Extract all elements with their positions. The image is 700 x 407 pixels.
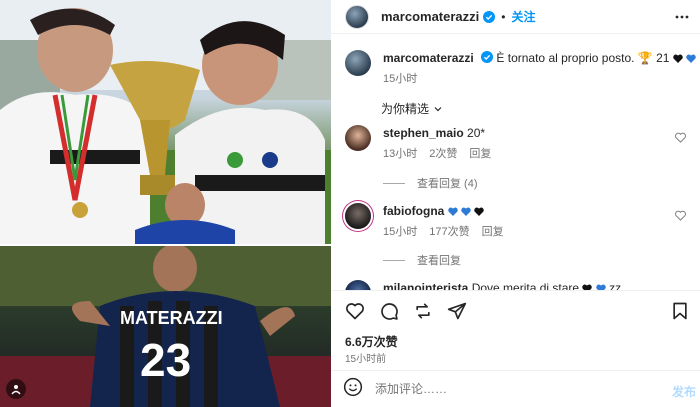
- caption-meta: 15小时: [383, 70, 696, 86]
- media-collection-icon[interactable]: [6, 379, 26, 399]
- post-header: marcomaterazzi • 关注: [331, 0, 700, 34]
- caption-time: 15小时: [383, 73, 418, 85]
- photo-top-illustration: [0, 0, 331, 247]
- repost-icon[interactable]: [413, 301, 433, 321]
- post-comment-button[interactable]: 发布: [672, 383, 696, 400]
- post-actions: 6.6万次赞 15小时前: [331, 290, 700, 365]
- black-heart-icon: [673, 54, 683, 63]
- chevron-down-icon: [434, 106, 442, 111]
- comment-text: Dove merita di stare: [471, 281, 580, 290]
- comment-like-heart-icon[interactable]: [675, 210, 686, 221]
- action-icons: [345, 301, 467, 321]
- heart-icon[interactable]: [345, 301, 365, 321]
- author-username[interactable]: marcomaterazzi: [381, 9, 479, 24]
- comment-body: milanointerista Dove merita di stare zz: [383, 280, 621, 290]
- replies-line: [383, 259, 405, 261]
- view-replies-label: 查看回复 (4): [417, 178, 478, 190]
- comment-likes[interactable]: 177次赞: [429, 223, 469, 239]
- comment-item: stephen_maio 20* 13小时 2次赞 回复: [345, 125, 491, 161]
- comment-meta: 15小时 177次赞 回复: [383, 223, 504, 239]
- photo-bottom-illustration: MATERAZZI 23: [0, 244, 331, 407]
- caption-username[interactable]: marcomaterazzi: [383, 51, 474, 65]
- caption-text: È tornato al proprio posto. 🏆 21: [496, 51, 670, 65]
- caption-line: marcomaterazzi È tornato al proprio post…: [383, 50, 696, 66]
- svg-text:23: 23: [140, 334, 191, 386]
- comment-reply-button[interactable]: 回复: [469, 145, 491, 161]
- comment-like-heart-icon[interactable]: [675, 132, 686, 143]
- bookmark-icon[interactable]: [670, 301, 690, 326]
- comment-likes[interactable]: 2次赞: [429, 145, 457, 161]
- share-icon[interactable]: [447, 301, 467, 321]
- comment-avatar[interactable]: [345, 280, 371, 290]
- comment-meta: 13小时 2次赞 回复: [383, 145, 491, 161]
- blue-heart-icon: [461, 207, 471, 216]
- comment-username[interactable]: fabiofogna: [383, 204, 444, 218]
- comment-reply-button[interactable]: 回复: [482, 223, 504, 239]
- comment-username[interactable]: milanointerista: [383, 281, 468, 290]
- comment-line: milanointerista Dove merita di stare zz: [383, 280, 621, 290]
- comment-time: 13小时: [383, 148, 418, 160]
- blue-heart-icon: [447, 207, 458, 216]
- verified-badge-icon: [481, 51, 494, 63]
- sort-label: 为你精选: [381, 102, 430, 116]
- comment-avatar[interactable]: [345, 203, 371, 229]
- likes-count[interactable]: 6.6万次赞: [345, 333, 398, 350]
- comment-username[interactable]: stephen_maio: [383, 126, 464, 140]
- emoji-icon[interactable]: [343, 377, 363, 402]
- comment-suffix: zz: [609, 281, 622, 290]
- comment-body: stephen_maio 20* 13小时 2次赞 回复: [383, 125, 491, 161]
- ellipsis-icon[interactable]: [674, 9, 690, 25]
- photo-celebration-trophy: [0, 0, 331, 247]
- caption-body: marcomaterazzi È tornato al proprio post…: [383, 50, 696, 86]
- verified-badge-icon: [483, 10, 496, 23]
- svg-text:MATERAZZI: MATERAZZI: [120, 308, 223, 328]
- add-comment-bar: 发布: [331, 370, 700, 407]
- comment-item: milanointerista Dove merita di stare zz: [345, 280, 621, 290]
- comment-item: fabiofogna 15小时 177次赞 回复: [345, 203, 504, 239]
- comment-line: fabiofogna: [383, 203, 504, 219]
- post-panel: marcomaterazzi • 关注 marcomaterazzi È tor…: [331, 0, 700, 407]
- replies-line: [383, 182, 405, 184]
- photo-player-number-23: MATERAZZI 23: [0, 244, 331, 407]
- comment-time: 15小时: [383, 226, 418, 238]
- comments-scroll[interactable]: marcomaterazzi È tornato al proprio post…: [331, 35, 700, 290]
- view-replies-button[interactable]: 查看回复 (4): [383, 175, 478, 191]
- comment-avatar[interactable]: [345, 125, 371, 151]
- blue-heart-icon: [686, 54, 696, 63]
- post-media[interactable]: MATERAZZI 23: [0, 0, 331, 407]
- dot-separator: •: [501, 9, 506, 24]
- caption-avatar[interactable]: [345, 50, 371, 76]
- follow-button[interactable]: 关注: [511, 8, 535, 25]
- comment-input[interactable]: [375, 382, 665, 396]
- post-time: 15小时前: [345, 354, 387, 365]
- caption-row: marcomaterazzi È tornato al proprio post…: [345, 50, 696, 86]
- author-avatar[interactable]: [345, 4, 369, 29]
- black-heart-icon: [474, 207, 485, 216]
- comment-icon[interactable]: [379, 301, 399, 321]
- comment-sort-dropdown[interactable]: 为你精选: [381, 100, 443, 117]
- collection-glyph: [11, 385, 21, 395]
- comment-text: 20*: [467, 126, 486, 140]
- view-replies-button[interactable]: 查看回复: [383, 252, 461, 268]
- comment-body: fabiofogna 15小时 177次赞 回复: [383, 203, 504, 239]
- comment-line: stephen_maio 20*: [383, 125, 491, 141]
- view-replies-label: 查看回复: [417, 255, 461, 267]
